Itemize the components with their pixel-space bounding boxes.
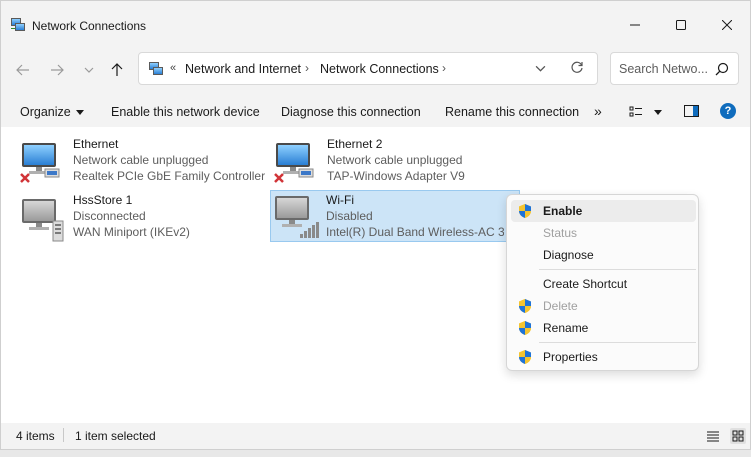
breadcrumb-network-and-internet[interactable]: Network and Internet (185, 62, 301, 76)
connection-status: Disabled (326, 209, 373, 223)
menu-item-delete: Delete (511, 295, 696, 317)
breadcrumb-separator[interactable]: › (305, 61, 309, 75)
details-view-icon (707, 431, 719, 442)
maximize-icon (676, 20, 686, 30)
connection-name: Ethernet (73, 137, 119, 151)
context-menu: Enable Status Diagnose Create Shortcut D… (506, 194, 699, 371)
preview-pane-button[interactable] (684, 104, 699, 121)
address-history-button[interactable] (535, 63, 546, 77)
tiles-view-button[interactable] (730, 428, 746, 444)
network-adapter-icon (19, 139, 67, 187)
connection-name: HssStore 1 (73, 193, 133, 207)
item-count: 4 items (16, 429, 55, 443)
menu-item-status: Status (511, 222, 696, 244)
caret-down-icon (75, 110, 84, 116)
forward-button[interactable] (45, 59, 69, 81)
connection-status: Network cable unplugged (327, 153, 463, 167)
preview-pane-icon (684, 105, 699, 117)
uac-shield-icon (517, 320, 533, 336)
connection-device: Realtek PCIe GbE Family Controller (73, 169, 266, 183)
uac-shield-icon (517, 298, 533, 314)
search-placeholder: Search Netwo... (619, 62, 708, 76)
menu-item-create-shortcut[interactable]: Create Shortcut (511, 273, 696, 295)
breadcrumb-overflow[interactable]: « (170, 62, 176, 74)
refresh-icon (571, 61, 583, 73)
minimize-button[interactable] (612, 1, 658, 49)
menu-item-label: Properties (543, 350, 598, 364)
diagnose-connection-button[interactable]: Diagnose this connection (281, 105, 421, 119)
up-button[interactable] (105, 59, 129, 81)
network-connections-window: Network Connections « Network and Intern… (0, 0, 751, 450)
rename-connection-button[interactable]: Rename this connection (445, 105, 579, 119)
enable-device-button[interactable]: Enable this network device (111, 105, 260, 119)
close-button[interactable] (704, 1, 750, 49)
uac-shield-icon (517, 349, 533, 365)
more-commands-button[interactable]: » (594, 103, 602, 119)
connection-item-hssstore-1[interactable]: HssStore 1 Disconnected WAN Miniport (IK… (17, 193, 267, 245)
organize-label: Organize (20, 105, 71, 119)
status-divider (63, 428, 64, 442)
menu-item-label: Delete (543, 299, 578, 313)
help-button[interactable]: ? (720, 103, 736, 119)
wan-miniport-icon (19, 195, 67, 243)
connection-device: Intel(R) Dual Band Wireless-AC 31 (326, 225, 504, 239)
connection-item-ethernet[interactable]: Ethernet Network cable unplugged Realtek… (17, 137, 267, 189)
recent-locations-button[interactable] (77, 59, 101, 81)
tiles-view-icon (732, 430, 744, 442)
search-icon[interactable] (715, 62, 729, 79)
connection-device: WAN Miniport (IKEv2) (73, 225, 190, 239)
menu-item-properties[interactable]: Properties (511, 346, 696, 368)
menu-item-enable[interactable]: Enable (511, 200, 696, 222)
connection-status: Disconnected (73, 209, 146, 223)
arrow-left-icon (16, 64, 29, 76)
menu-item-rename[interactable]: Rename (511, 317, 696, 339)
breadcrumb-network-connections[interactable]: Network Connections (320, 62, 439, 76)
chevron-down-icon (535, 65, 546, 72)
menu-separator (539, 342, 696, 343)
status-bar: 4 items 1 item selected (1, 423, 750, 449)
menu-item-diagnose[interactable]: Diagnose (511, 244, 696, 266)
network-connections-icon (10, 17, 26, 33)
organize-button[interactable]: Organize (20, 105, 84, 119)
close-icon (722, 20, 732, 30)
menu-item-label: Create Shortcut (543, 277, 628, 291)
arrow-right-icon (51, 64, 64, 76)
chevron-down-icon (84, 67, 94, 73)
address-bar[interactable]: « Network and Internet › Network Connect… (138, 52, 598, 85)
network-adapter-icon (273, 139, 321, 187)
connection-name: Ethernet 2 (327, 137, 383, 151)
window-title: Network Connections (32, 19, 147, 33)
connection-status: Network cable unplugged (73, 153, 209, 167)
uac-shield-icon (517, 203, 533, 219)
maximize-button[interactable] (658, 1, 704, 49)
menu-separator (539, 269, 696, 270)
breadcrumb-separator[interactable]: › (442, 61, 446, 75)
details-view-button[interactable] (706, 429, 720, 446)
connection-name: Wi-Fi (326, 193, 354, 207)
title-bar[interactable]: Network Connections (1, 1, 750, 49)
minimize-icon (630, 24, 640, 26)
connection-device: TAP-Windows Adapter V9 (327, 169, 465, 183)
back-button[interactable] (11, 59, 35, 81)
wireless-adapter-icon (272, 192, 320, 240)
change-view-button[interactable] (629, 105, 643, 122)
arrow-up-icon (111, 63, 123, 76)
refresh-button[interactable] (570, 61, 584, 78)
search-input[interactable]: Search Netwo... (610, 52, 739, 85)
view-options-caret-icon[interactable] (654, 110, 662, 115)
menu-item-label: Enable (543, 204, 583, 218)
view-list-icon (629, 106, 642, 117)
connection-item-wi-fi[interactable]: Wi-Fi Disabled Intel(R) Dual Band Wirele… (270, 190, 520, 242)
menu-item-label: Rename (543, 321, 589, 335)
connection-item-ethernet-2[interactable]: Ethernet 2 Network cable unplugged TAP-W… (271, 137, 521, 189)
menu-item-label: Diagnose (543, 248, 594, 262)
selection-count: 1 item selected (75, 429, 156, 443)
network-connections-icon (148, 61, 164, 77)
menu-item-label: Status (543, 226, 578, 240)
